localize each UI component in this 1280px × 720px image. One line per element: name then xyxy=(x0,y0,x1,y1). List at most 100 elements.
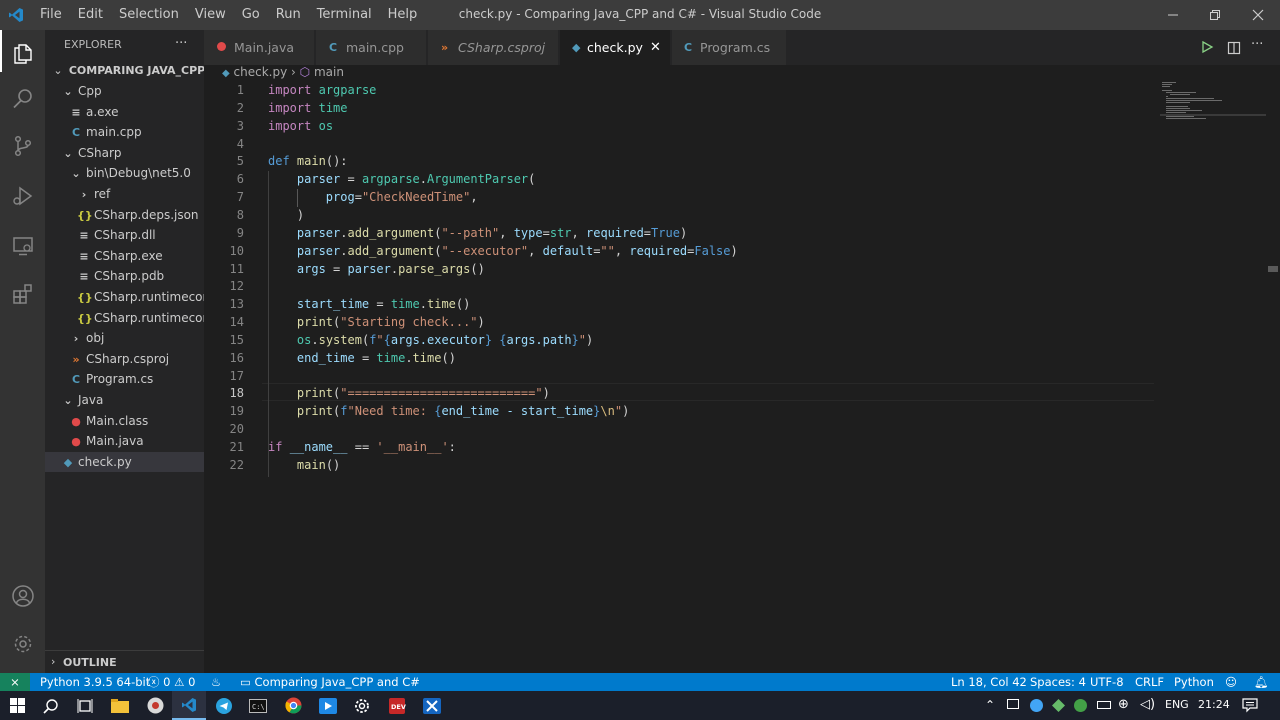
tree-item[interactable]: › obj xyxy=(45,328,204,348)
indentation[interactable]: Spaces: 4 xyxy=(1030,673,1086,691)
app-taskbar-button[interactable] xyxy=(311,691,345,720)
battery-icon[interactable] xyxy=(1097,701,1111,709)
notifications-icon[interactable]: 🔔︎ xyxy=(1254,673,1269,691)
tree-item[interactable]: ⌄ CSharp xyxy=(45,143,204,163)
close-tab-icon[interactable]: ✕ xyxy=(650,30,661,65)
tree-item[interactable]: ≡ CSharp.dll xyxy=(45,225,204,245)
terminal-taskbar-button[interactable]: C:\ xyxy=(241,691,275,720)
breadcrumb-symbol[interactable]: main xyxy=(314,65,344,79)
accounts-activity-button[interactable] xyxy=(0,572,45,620)
tab-csharp-csproj[interactable]: » CSharp.csproj xyxy=(428,30,559,65)
line-number: 1 xyxy=(236,83,244,97)
devc-taskbar-button[interactable]: DEV xyxy=(380,691,414,720)
run-file-button[interactable] xyxy=(1200,39,1214,59)
close-window-button[interactable] xyxy=(1237,0,1279,30)
run-debug-activity-button[interactable] xyxy=(0,172,45,220)
tray-app-icon[interactable] xyxy=(1007,699,1019,709)
extensions-activity-button[interactable] xyxy=(0,270,45,318)
breadcrumb-file[interactable]: check.py xyxy=(234,65,288,79)
tray-expand-icon[interactable]: ⌃ xyxy=(985,698,995,712)
task-view-button[interactable] xyxy=(68,691,102,720)
tree-item[interactable]: ≡ a.exe xyxy=(45,102,204,122)
minimap[interactable] xyxy=(1160,81,1266,673)
minimize-button[interactable] xyxy=(1152,0,1194,30)
tree-item[interactable]: Cmain.cpp xyxy=(45,122,204,142)
globe-icon[interactable]: ⊕ xyxy=(1118,697,1129,712)
vertical-scrollbar[interactable] xyxy=(1266,81,1280,673)
search-activity-button[interactable] xyxy=(0,74,45,122)
tree-item[interactable]: ● Main.class xyxy=(45,411,204,431)
source-control-activity-button[interactable] xyxy=(0,122,45,170)
outline-section[interactable]: › OUTLINE xyxy=(45,650,204,673)
remote-explorer-activity-button[interactable] xyxy=(0,222,45,270)
tree-item[interactable]: ⌄ Java xyxy=(45,390,204,410)
problems-indicator[interactable]: ⓧ 0 ⚠ 0 xyxy=(148,673,195,691)
tray-network-app-icon[interactable] xyxy=(1030,699,1043,712)
file-explorer-taskbar-button[interactable] xyxy=(103,691,137,720)
menu-run[interactable]: Run xyxy=(268,0,309,30)
remote-indicator[interactable]: ⨯ xyxy=(0,673,30,691)
workspace-root[interactable]: ⌄ COMPARING JAVA_CPP A... xyxy=(45,61,204,81)
method-icon: ⬡ xyxy=(299,65,311,79)
system-clock[interactable]: 21:24 xyxy=(1198,698,1230,711)
menu-terminal[interactable]: Terminal xyxy=(309,0,380,30)
python-icon: ◆ xyxy=(222,68,230,79)
tree-item[interactable]: ◆ check.py xyxy=(45,451,204,472)
chrome-alt-taskbar-button[interactable] xyxy=(276,691,310,720)
tree-item[interactable]: ● Main.java xyxy=(45,431,204,451)
tree-item[interactable]: ⌄ Cpp xyxy=(45,81,204,101)
tree-item[interactable]: ≡ CSharp.exe xyxy=(45,246,204,266)
split-editor-button[interactable] xyxy=(1227,40,1241,59)
tab-main-cpp[interactable]: C main.cpp xyxy=(316,30,427,65)
menu-help[interactable]: Help xyxy=(380,0,426,30)
tree-item[interactable]: › ref xyxy=(45,184,204,204)
binary-file-icon: ≡ xyxy=(79,229,89,243)
explorer-activity-button[interactable] xyxy=(0,30,45,78)
more-actions-icon[interactable]: ··· xyxy=(175,36,187,51)
editor-more-actions-icon[interactable]: ··· xyxy=(1251,37,1263,52)
binary-file-icon: ≡ xyxy=(79,270,89,284)
taskbar-search-button[interactable] xyxy=(34,691,68,720)
xming-taskbar-button[interactable] xyxy=(415,691,449,720)
python-interpreter[interactable]: Python 3.9.5 64-bit xyxy=(40,673,150,691)
tray-sync-icon[interactable] xyxy=(1052,699,1065,712)
cursor-position[interactable]: Ln 18, Col 42 xyxy=(951,673,1027,691)
menu-file[interactable]: File xyxy=(32,0,70,30)
start-button[interactable] xyxy=(0,691,34,720)
end-of-line[interactable]: CRLF xyxy=(1135,673,1164,691)
manage-activity-button[interactable] xyxy=(0,620,45,668)
tree-item[interactable]: ≡ CSharp.pdb xyxy=(45,266,204,286)
menu-selection[interactable]: Selection xyxy=(111,0,187,30)
menu-view[interactable]: View xyxy=(187,0,234,30)
chrome-taskbar-button[interactable] xyxy=(138,691,172,720)
menu-edit[interactable]: Edit xyxy=(70,0,111,30)
tree-item[interactable]: C Program.cs xyxy=(45,369,204,389)
code-line: import argparse xyxy=(268,83,377,97)
action-center-button[interactable] xyxy=(1242,697,1258,717)
tab-program-cs[interactable]: C Program.cs xyxy=(672,30,787,65)
encoding[interactable]: UTF-8 xyxy=(1090,673,1124,691)
live-share-icon[interactable]: ♨ xyxy=(211,673,221,691)
tab-main-java[interactable]: Main.java xyxy=(204,30,315,65)
tree-item[interactable]: » CSharp.csproj xyxy=(45,349,204,369)
menu-go[interactable]: Go xyxy=(234,0,268,30)
tree-item-label: CSharp.dll xyxy=(94,228,156,243)
code-editor[interactable]: 1 2 3 4 5 6 7 8 9 10 11 12 13 14 15 16 17 18 19 20 21 22 impo… xyxy=(204,81,1280,673)
tree-item[interactable]: ⌄ bin\Debug\net5.0 xyxy=(45,163,204,183)
code-line: print("Starting check...") xyxy=(296,315,485,330)
feedback-icon[interactable]: ☺ xyxy=(1225,673,1237,691)
settings-taskbar-button[interactable] xyxy=(345,691,379,720)
input-language[interactable]: ENG xyxy=(1165,698,1189,711)
tree-item[interactable]: {}CSharp.deps.json xyxy=(45,205,204,225)
language-mode[interactable]: Python xyxy=(1174,673,1214,691)
tab-check-py[interactable]: ◆ check.py ✕ xyxy=(560,30,671,65)
tree-item[interactable]: {}CSharp.runtimecon... xyxy=(45,287,204,307)
restore-button[interactable] xyxy=(1194,0,1236,30)
telegram-taskbar-button[interactable] xyxy=(207,691,241,720)
warning-icon: ⚠ xyxy=(174,675,185,689)
tree-item[interactable]: {}CSharp.runtimecon... xyxy=(45,308,204,328)
tray-security-icon[interactable] xyxy=(1074,699,1087,712)
volume-icon[interactable]: ◁) xyxy=(1140,697,1155,712)
vscode-taskbar-button[interactable] xyxy=(172,691,206,720)
workspace-folder[interactable]: ▭ Comparing Java_CPP and C# xyxy=(240,673,420,691)
